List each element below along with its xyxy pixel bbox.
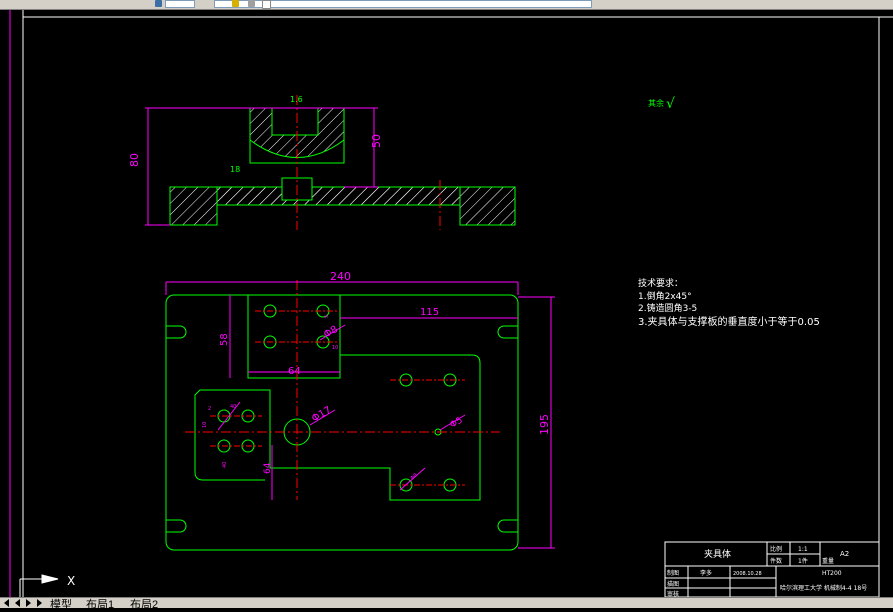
review-label: 审核	[667, 590, 679, 597]
dim-phi8: Φ8	[322, 324, 340, 341]
dim-phi17: Φ17	[310, 405, 333, 425]
lock-icon[interactable]	[248, 0, 255, 7]
weight-label: 重量	[822, 557, 834, 565]
cad-drawing: 80 50 1.6 18 240 115 58 64 195 Φ8 Φ17 Φ5…	[9, 10, 893, 598]
qty-label: 件数	[770, 557, 782, 565]
sun-icon[interactable]	[232, 0, 239, 7]
school-name: 哈尔滨理工大学 机械制4-4 18号	[780, 584, 867, 592]
drawer-name: 李多	[700, 569, 712, 577]
dim-115: 115	[420, 307, 439, 318]
roughness-18: 18	[230, 165, 240, 174]
tech-title: 技术要求：	[638, 277, 683, 289]
roughness-1-6: 1.6	[290, 95, 303, 104]
tab-layout2[interactable]: 布局2	[130, 596, 158, 612]
tracer-label: 描图	[667, 580, 679, 588]
tab-model[interactable]: 模型	[50, 596, 72, 612]
dim-phi5: Φ5	[449, 416, 465, 431]
section-view	[145, 95, 516, 230]
sheet-size: A2	[840, 550, 849, 558]
ucs-x-label: X	[67, 574, 75, 588]
other-roughness-label: 其余	[648, 98, 664, 108]
prev-tab-icon[interactable]	[13, 598, 22, 607]
color-icon[interactable]	[262, 0, 271, 9]
tab-layout1[interactable]: 布局1	[86, 596, 114, 612]
dim-5: 5	[324, 315, 330, 318]
check-mark: √	[666, 96, 675, 112]
dim-10: 10	[332, 345, 338, 351]
scale-value: 1:1	[798, 546, 808, 553]
dim-10b: 10	[202, 422, 208, 428]
next-tab-icon[interactable]	[24, 598, 33, 607]
tech-item-3: 3.夹具体与支撑板的垂直度小于等于0.05	[638, 315, 820, 328]
dim-40b: 40	[222, 462, 228, 468]
layer-dropdown[interactable]	[165, 0, 195, 8]
last-tab-icon[interactable]	[35, 598, 44, 607]
dim-195: 195	[538, 414, 551, 435]
dim-58: 58	[219, 333, 230, 346]
part-name: 夹具体	[704, 548, 731, 560]
material: HT200	[822, 570, 842, 577]
dim-50: 50	[370, 134, 383, 148]
dim-240: 240	[330, 270, 351, 283]
tech-item-2: 2.铸造圆角3-5	[638, 302, 697, 314]
dim-64: 64	[288, 366, 301, 377]
drawer-label: 制图	[667, 569, 679, 577]
first-tab-icon[interactable]	[2, 598, 11, 607]
draw-date: 2008.10.28	[733, 571, 762, 577]
plan-view	[165, 280, 555, 551]
layer-icon[interactable]	[155, 0, 162, 7]
dim-80: 80	[128, 153, 141, 167]
dim-64b: 64	[263, 462, 273, 474]
scale-label: 比例	[770, 545, 782, 553]
ucs-icon	[19, 574, 59, 597]
dim-2: 2	[208, 406, 211, 412]
drawing-canvas[interactable]: 80 50 1.6 18 240 115 58 64 195 Φ8 Φ17 Φ5…	[0, 10, 893, 598]
toolbar	[0, 0, 893, 10]
qty-value: 1件	[798, 557, 808, 565]
dim-40: 40	[230, 404, 236, 410]
tech-item-1: 1.倒角2x45°	[638, 290, 692, 302]
layout-tabbar: 模型 布局1 布局2	[0, 597, 893, 611]
